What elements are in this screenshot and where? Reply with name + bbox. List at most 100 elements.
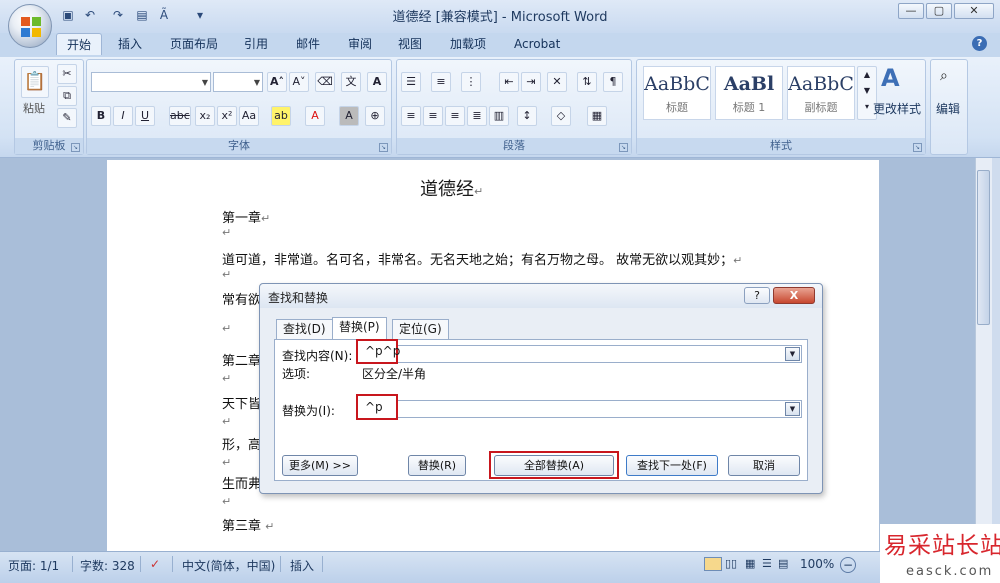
find-dropdown-arrow-icon[interactable]: ▼: [785, 347, 800, 361]
sort-icon[interactable]: ⇅: [577, 72, 597, 92]
tab-insert[interactable]: 插入: [108, 33, 152, 55]
chinese-layout-icon[interactable]: ✕: [547, 72, 567, 92]
font-launcher-icon[interactable]: ↘: [379, 143, 388, 152]
font-size-combo[interactable]: ▼: [213, 72, 263, 92]
minimize-button[interactable]: —: [898, 3, 924, 19]
distributed-icon[interactable]: ▥: [489, 106, 509, 126]
clipboard-launcher-icon[interactable]: ↘: [71, 143, 80, 152]
page-count[interactable]: 页面: 1/1: [8, 557, 59, 574]
tab-find[interactable]: 查找(D): [276, 319, 333, 339]
show-marks-icon[interactable]: ¶: [603, 72, 623, 92]
dialog-help-button[interactable]: ?: [744, 287, 770, 304]
draft-view-icon[interactable]: ▤: [778, 557, 788, 570]
proofing-icon[interactable]: ✓: [150, 557, 160, 571]
grow-font-icon[interactable]: A˄: [267, 72, 287, 92]
tab-references[interactable]: 引用: [234, 33, 278, 55]
phonetic-guide-icon[interactable]: 文: [341, 72, 361, 92]
superscript-button[interactable]: x²: [217, 106, 237, 126]
numbering-icon[interactable]: ≡: [431, 72, 451, 92]
tab-addins[interactable]: 加载项: [440, 33, 496, 55]
replace-button[interactable]: 替换(R): [408, 455, 466, 476]
change-styles-label[interactable]: 更改样式: [873, 100, 921, 117]
maximize-button[interactable]: ▢: [926, 3, 952, 19]
bullets-icon[interactable]: ☰: [401, 72, 421, 92]
change-styles-icon[interactable]: A: [881, 64, 900, 92]
tab-page-layout[interactable]: 页面布局: [160, 33, 228, 55]
decrease-indent-icon[interactable]: ⇤: [499, 72, 519, 92]
dialog-titlebar[interactable]: [260, 284, 822, 308]
align-left-icon[interactable]: ≡: [401, 106, 421, 126]
print-layout-view-icon[interactable]: [704, 557, 722, 571]
full-screen-view-icon[interactable]: ▯▯: [725, 557, 737, 570]
increase-indent-icon[interactable]: ⇥: [521, 72, 541, 92]
justify-icon[interactable]: ≣: [467, 106, 487, 126]
replace-with-value[interactable]: ^p: [356, 394, 398, 420]
paragraph-mark: ↵: [222, 322, 232, 335]
strikethrough-button[interactable]: abc: [169, 106, 191, 126]
tab-acrobat[interactable]: Acrobat: [504, 33, 570, 55]
binoculars-icon[interactable]: ⌕: [940, 68, 948, 84]
style-subtitle-preview: AaBbC: [788, 73, 854, 95]
style-subtitle[interactable]: AaBbC 副标题: [787, 66, 855, 120]
help-icon[interactable]: ?: [972, 36, 987, 51]
bold-button[interactable]: B: [91, 106, 111, 126]
enclose-char-icon[interactable]: ⊕: [365, 106, 385, 126]
paragraph-launcher-icon[interactable]: ↘: [619, 143, 628, 152]
paste-label: 粘贴: [23, 102, 45, 115]
italic-button[interactable]: I: [113, 106, 133, 126]
style-heading1[interactable]: AaBl 标题 1: [715, 66, 783, 120]
language[interactable]: 中文(简体，中国): [182, 557, 275, 574]
more-button[interactable]: 更多(M) >>: [282, 455, 358, 476]
styles-launcher-icon[interactable]: ↘: [913, 143, 922, 152]
insert-mode[interactable]: 插入: [290, 557, 314, 574]
replace-all-button[interactable]: 全部替换(A): [494, 455, 614, 476]
close-window-button[interactable]: ✕: [954, 3, 994, 19]
char-shading-icon[interactable]: A: [339, 106, 359, 126]
align-right-icon[interactable]: ≡: [445, 106, 465, 126]
find-what-value[interactable]: ^p^p: [356, 339, 400, 364]
change-case-button[interactable]: Aa: [239, 106, 259, 126]
format-painter-icon[interactable]: ✎: [57, 108, 77, 128]
tab-review[interactable]: 审阅: [338, 33, 382, 55]
paste-icon[interactable]: 📋: [21, 66, 49, 98]
find-what-input[interactable]: [362, 345, 802, 363]
replace-with-input[interactable]: [362, 400, 802, 418]
clear-format-icon[interactable]: ⌫: [315, 72, 335, 92]
line-spacing-icon[interactable]: ↕: [517, 106, 537, 126]
outline-view-icon[interactable]: ☰: [762, 557, 772, 570]
scrollbar-thumb[interactable]: [977, 170, 990, 325]
shading-icon[interactable]: ◇: [551, 106, 571, 126]
style-title[interactable]: AaBbC 标题: [643, 66, 711, 120]
shrink-font-icon[interactable]: A˅: [289, 72, 309, 92]
document-line: 第二章: [222, 354, 262, 369]
font-name-combo[interactable]: ▼: [91, 72, 211, 92]
underline-button[interactable]: U: [135, 106, 155, 126]
editing-label[interactable]: 编辑: [936, 100, 960, 117]
tab-home[interactable]: 开始: [56, 33, 103, 55]
zoom-level[interactable]: 100%: [800, 557, 834, 571]
multilevel-list-icon[interactable]: ⋮: [461, 72, 481, 92]
font-color-icon[interactable]: A: [305, 106, 325, 126]
highlight-icon[interactable]: ab: [271, 106, 291, 126]
char-border-icon[interactable]: A: [367, 72, 387, 92]
replace-dropdown-arrow-icon[interactable]: ▼: [785, 402, 800, 416]
cancel-button[interactable]: 取消: [728, 455, 800, 476]
status-divider: [322, 556, 323, 572]
office-button[interactable]: [8, 4, 52, 48]
dialog-close-button[interactable]: X: [773, 287, 815, 304]
copy-icon[interactable]: ⧉: [57, 86, 77, 106]
tab-view[interactable]: 视图: [388, 33, 432, 55]
align-center-icon[interactable]: ≡: [423, 106, 443, 126]
styles-group-label: 样式: [637, 138, 925, 154]
subscript-button[interactable]: x₂: [195, 106, 215, 126]
tab-mailings[interactable]: 邮件: [286, 33, 330, 55]
web-layout-view-icon[interactable]: ▦: [745, 557, 755, 570]
find-next-button[interactable]: 查找下一处(F): [626, 455, 718, 476]
word-count[interactable]: 字数: 328: [80, 557, 135, 574]
zoom-out-icon[interactable]: −: [840, 557, 856, 573]
cut-icon[interactable]: ✂: [57, 64, 77, 84]
tab-replace[interactable]: 替换(P): [332, 317, 387, 340]
borders-icon[interactable]: ▦: [587, 106, 607, 126]
tab-goto[interactable]: 定位(G): [392, 319, 449, 339]
style-title-name: 标题: [666, 101, 688, 114]
